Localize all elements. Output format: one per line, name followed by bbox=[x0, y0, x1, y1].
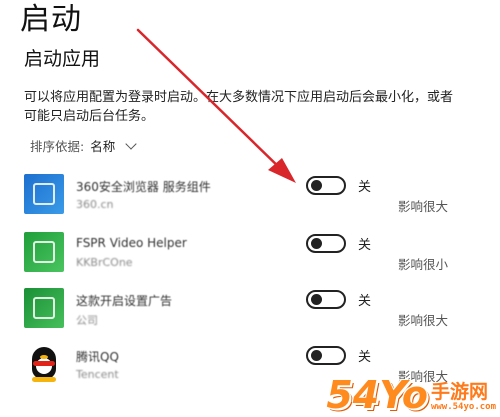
watermark-logo: 54Yo 手游网 www.54yo.com bbox=[326, 376, 496, 414]
app-publisher: 公司 bbox=[76, 314, 98, 327]
app-publisher: KKBrCOne bbox=[76, 256, 133, 269]
toggle-state-label: 关 bbox=[358, 294, 372, 309]
section-title: 启动应用 bbox=[24, 48, 101, 70]
page-title: 启动 bbox=[20, 2, 82, 37]
startup-toggle[interactable] bbox=[306, 234, 346, 253]
startup-toggle[interactable] bbox=[306, 290, 346, 309]
toggle-state-label: 关 bbox=[358, 180, 372, 195]
toggle-knob bbox=[311, 180, 322, 191]
sort-label: 排序依据: bbox=[30, 139, 85, 154]
toggle-knob bbox=[311, 294, 322, 305]
startup-toggle[interactable] bbox=[306, 176, 346, 195]
toggle-state-label: 关 bbox=[358, 238, 372, 253]
startup-impact: 影响很大 bbox=[398, 313, 449, 328]
app-name: FSPR Video Helper bbox=[76, 236, 187, 250]
app-publisher: 360.cn bbox=[76, 198, 114, 211]
app-name: 360安全浏览器 服务组件 bbox=[76, 180, 211, 194]
sort-value: 名称 bbox=[90, 139, 116, 154]
chevron-down-icon bbox=[125, 137, 137, 150]
startup-impact: 影响很大 bbox=[398, 199, 449, 214]
watermark-url: www.54yo.com bbox=[430, 402, 496, 412]
app-row: FSPR Video Helper KKBrCOne 关 影响很小 bbox=[24, 232, 464, 282]
startup-toggle[interactable] bbox=[306, 346, 346, 365]
toggle-state-label: 关 bbox=[358, 350, 372, 365]
watermark-cn: 手游网 bbox=[430, 381, 488, 403]
settings-page: 启动 启动应用 可以将应用配置为登录时启动。在大多数情况下应用启动后会最小化，或… bbox=[0, 0, 500, 416]
app-publisher: Tencent bbox=[76, 368, 119, 381]
toggle-knob bbox=[311, 238, 322, 249]
description-text: 可以将应用配置为登录时启动。在大多数情况下应用启动后会最小化，或者可能只启动后台… bbox=[24, 90, 454, 124]
watermark-big: 54Yo bbox=[326, 373, 428, 417]
qq-icon bbox=[24, 344, 64, 384]
app-name: 腾讯QQ bbox=[76, 350, 119, 364]
app-row: 这款开启设置广告 公司 关 影响很大 bbox=[24, 288, 464, 338]
startup-impact: 影响很小 bbox=[398, 257, 449, 272]
video-icon bbox=[24, 232, 64, 272]
toggle-knob bbox=[311, 350, 322, 361]
browser-icon bbox=[24, 174, 64, 214]
app-row: 360安全浏览器 服务组件 360.cn 关 影响很大 bbox=[24, 174, 464, 224]
sort-dropdown[interactable]: 排序依据: 名称 bbox=[30, 136, 137, 155]
ad-icon bbox=[24, 288, 64, 328]
app-name: 这款开启设置广告 bbox=[76, 294, 173, 308]
